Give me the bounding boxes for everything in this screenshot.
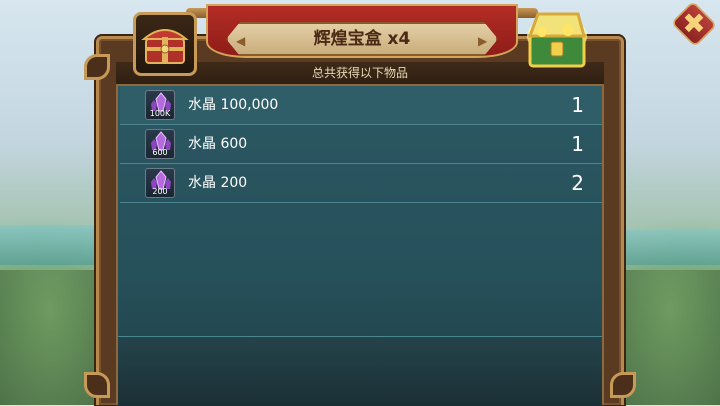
reward-row: 600 水晶 600 1 <box>120 125 602 164</box>
purple-crystal-icon: 100K <box>145 90 175 120</box>
reward-row: 200 水晶 200 2 <box>120 164 602 203</box>
item-quantity: 1 <box>571 132 584 156</box>
item-amount-badge: 600 <box>152 148 168 157</box>
frame-ornament <box>610 372 636 398</box>
background-water <box>620 230 720 265</box>
item-amount-badge: 200 <box>152 187 168 196</box>
frame-ornament <box>84 372 110 398</box>
item-name: 水晶 200 <box>188 175 248 191</box>
frame-ornament <box>84 54 110 80</box>
item-quantity: 2 <box>571 171 584 195</box>
dialog-title: 辉煌宝盒 x4 <box>313 29 411 49</box>
item-quantity: 1 <box>571 93 584 117</box>
gold-treasure-chest-icon <box>520 6 594 72</box>
item-name: 水晶 100,000 <box>188 97 279 113</box>
background-water <box>0 225 100 265</box>
purple-crystal-icon: 200 <box>145 168 175 198</box>
red-gift-box-icon <box>133 12 197 76</box>
purple-crystal-icon: 600 <box>145 129 175 159</box>
item-amount-badge: 100K <box>149 109 171 118</box>
item-name: 水晶 600 <box>188 136 248 152</box>
dialog-footer <box>118 336 602 406</box>
close-button[interactable]: ✖ <box>672 4 716 44</box>
reward-row: 100K 水晶 100,000 1 <box>120 86 602 125</box>
